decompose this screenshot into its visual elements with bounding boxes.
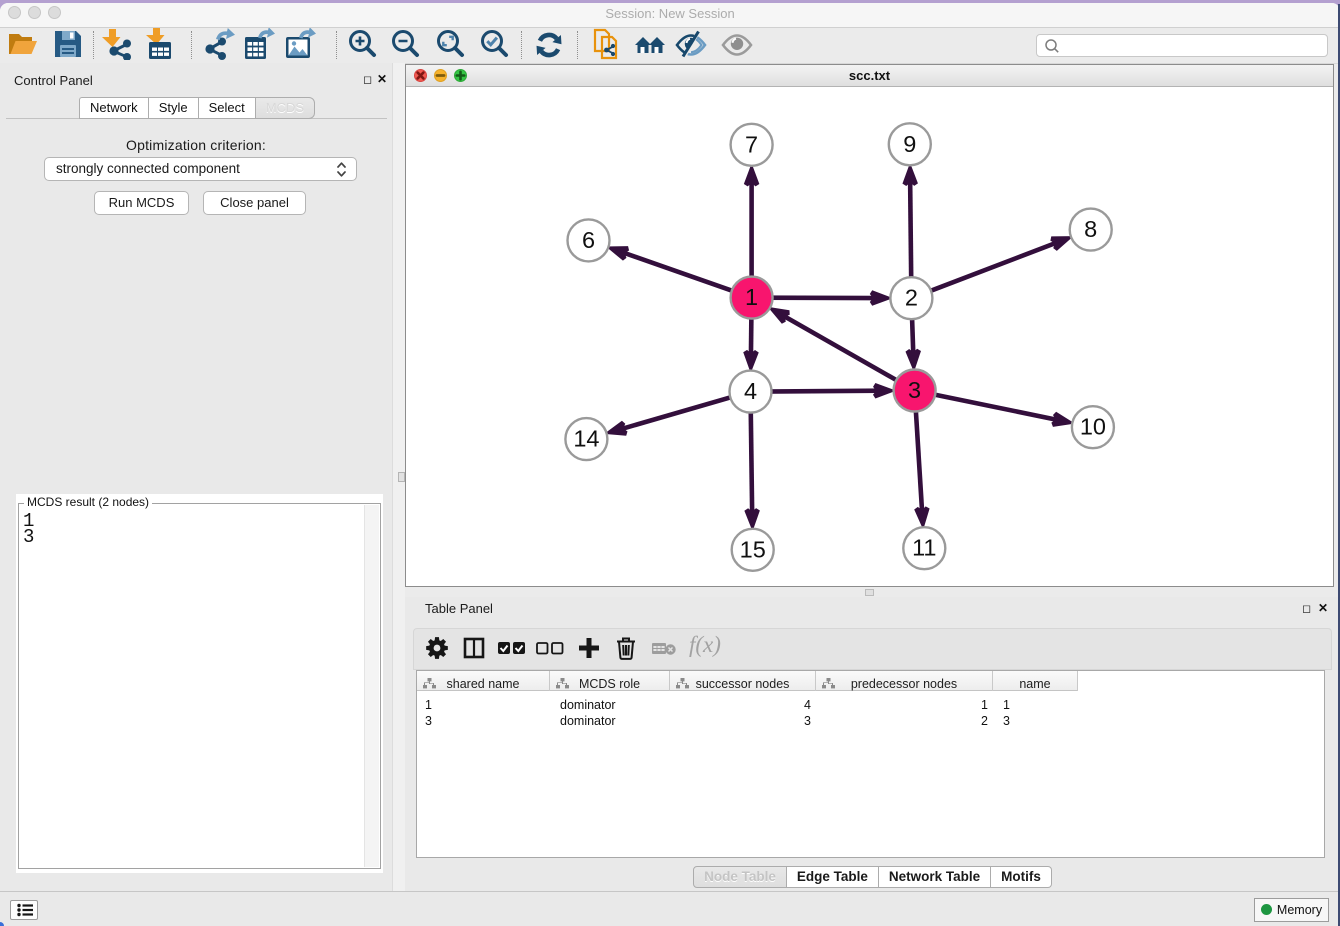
svg-text:15: 15 <box>740 536 766 562</box>
svg-text:6: 6 <box>582 227 595 253</box>
svg-text:11: 11 <box>912 535 936 561</box>
svg-text:8: 8 <box>1084 216 1097 242</box>
svg-text:14: 14 <box>573 426 599 452</box>
svg-text:4: 4 <box>744 378 757 404</box>
svg-text:10: 10 <box>1080 414 1106 440</box>
svg-text:2: 2 <box>905 285 918 311</box>
svg-text:1: 1 <box>745 284 758 310</box>
svg-text:7: 7 <box>745 131 758 157</box>
svg-text:9: 9 <box>903 131 916 157</box>
svg-text:3: 3 <box>908 377 921 403</box>
